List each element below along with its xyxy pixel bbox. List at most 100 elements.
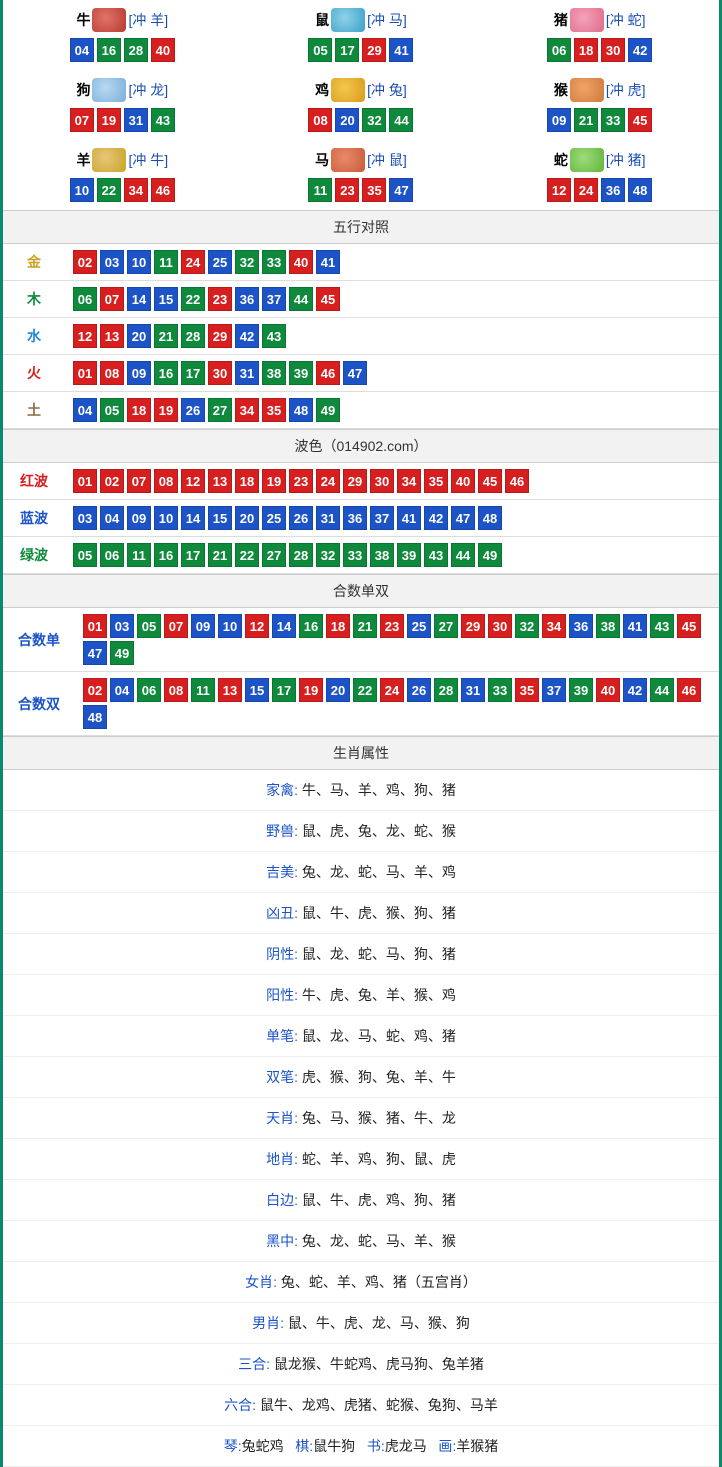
number-ball: 49: [478, 543, 502, 567]
zodiac-grid: 牛[冲 羊]04162840鼠[冲 马]05172941猪[冲 蛇]061830…: [3, 0, 719, 210]
bose-title: 波色（014902.com）: [3, 429, 719, 463]
number-ball: 14: [272, 614, 296, 638]
number-ball: 40: [451, 469, 475, 493]
number-ball: 44: [451, 543, 475, 567]
number-ball: 32: [235, 250, 259, 274]
number-ball: 30: [488, 614, 512, 638]
zodiac-char: 狗: [76, 80, 90, 100]
row-numbers: 0103050709101214161821232527293032343638…: [75, 608, 719, 672]
zodiac-icon: [570, 8, 604, 32]
table-row: 合数单0103050709101214161821232527293032343…: [3, 608, 719, 672]
number-ball: 45: [677, 614, 701, 638]
number-ball: 28: [124, 38, 148, 62]
attribute-label: 六合:: [224, 1397, 260, 1413]
number-ball: 33: [262, 250, 286, 274]
number-ball: 12: [73, 324, 97, 348]
number-ball: 29: [362, 38, 386, 62]
attribute-label: 三合:: [238, 1356, 274, 1372]
number-ball: 24: [316, 469, 340, 493]
number-ball: 25: [262, 506, 286, 530]
zodiac-cell: 羊[冲 牛]10223446: [3, 140, 242, 210]
number-ball: 24: [380, 678, 404, 702]
attribute-row: 黑中: 兔、龙、蛇、马、羊、猴: [3, 1221, 719, 1262]
attribute-label: 地肖:: [266, 1151, 302, 1167]
number-ball: 28: [181, 324, 205, 348]
attribute-label: 黑中:: [266, 1233, 302, 1249]
number-ball: 01: [83, 614, 107, 638]
attribute-value: 兔、马、猴、猪、牛、龙: [302, 1110, 456, 1126]
bottom-value: 虎龙马: [385, 1438, 427, 1454]
attribute-value: 兔、龙、蛇、马、羊、猴: [302, 1233, 456, 1249]
number-ball: 42: [623, 678, 647, 702]
row-numbers: 06071415222336374445: [65, 281, 719, 318]
zodiac-cell: 猴[冲 虎]09213345: [480, 70, 719, 140]
number-ball: 44: [650, 678, 674, 702]
zodiac-char: 马: [315, 150, 329, 170]
attribute-value: 鼠、龙、蛇、马、狗、猪: [302, 946, 456, 962]
zodiac-icon: [570, 78, 604, 102]
attribute-row: 单笔: 鼠、龙、马、蛇、鸡、猪: [3, 1016, 719, 1057]
zodiac-icon: [570, 148, 604, 172]
attribute-value: 鼠、牛、虎、猴、狗、猪: [302, 905, 456, 921]
attribute-row: 家禽: 牛、马、羊、鸡、狗、猪: [3, 770, 719, 811]
row-label: 火: [3, 355, 65, 392]
number-ball: 49: [316, 398, 340, 422]
zodiac-icon: [331, 148, 365, 172]
row-numbers: 05061116172122272832333839434449: [65, 537, 719, 574]
number-ball: 31: [124, 108, 148, 132]
bottom-value: 兔蛇鸡: [242, 1438, 284, 1454]
number-ball: 13: [218, 678, 242, 702]
number-ball: 32: [515, 614, 539, 638]
zodiac-numbers: 12243648: [480, 178, 719, 202]
row-numbers: 0204060811131517192022242628313335373940…: [75, 672, 719, 736]
number-ball: 08: [100, 361, 124, 385]
table-row: 金02031011242532334041: [3, 244, 719, 281]
number-ball: 34: [235, 398, 259, 422]
number-ball: 47: [343, 361, 367, 385]
number-ball: 02: [100, 469, 124, 493]
number-ball: 10: [70, 178, 94, 202]
row-label: 绿波: [3, 537, 65, 574]
number-ball: 05: [137, 614, 161, 638]
attribute-value: 蛇、羊、鸡、狗、鼠、虎: [302, 1151, 456, 1167]
attribute-row: 地肖: 蛇、羊、鸡、狗、鼠、虎: [3, 1139, 719, 1180]
number-ball: 16: [154, 543, 178, 567]
number-ball: 37: [370, 506, 394, 530]
number-ball: 20: [127, 324, 151, 348]
number-ball: 11: [191, 678, 215, 702]
attribute-value: 牛、马、羊、鸡、狗、猪: [302, 782, 456, 798]
number-ball: 19: [299, 678, 323, 702]
zodiac-icon: [331, 8, 365, 32]
row-numbers: 0108091617303138394647: [65, 355, 719, 392]
number-ball: 17: [335, 38, 359, 62]
number-ball: 42: [628, 38, 652, 62]
zodiac-numbers: 08203244: [242, 108, 481, 132]
number-ball: 20: [326, 678, 350, 702]
row-label: 红波: [3, 463, 65, 500]
bottom-label: 画:: [438, 1438, 456, 1454]
attribute-row: 天肖: 兔、马、猴、猪、牛、龙: [3, 1098, 719, 1139]
number-ball: 09: [127, 361, 151, 385]
number-ball: 43: [151, 108, 175, 132]
zodiac-chong: [冲 马]: [367, 10, 407, 30]
attribute-value: 鼠、龙、马、蛇、鸡、猪: [302, 1028, 456, 1044]
number-ball: 24: [574, 178, 598, 202]
zodiac-icon: [331, 78, 365, 102]
number-ball: 36: [343, 506, 367, 530]
number-ball: 32: [362, 108, 386, 132]
number-ball: 05: [308, 38, 332, 62]
number-ball: 44: [289, 287, 313, 311]
number-ball: 02: [73, 250, 97, 274]
number-ball: 17: [181, 361, 205, 385]
number-ball: 26: [181, 398, 205, 422]
number-ball: 07: [100, 287, 124, 311]
zodiac-char: 牛: [76, 10, 90, 30]
number-ball: 06: [73, 287, 97, 311]
attribute-value: 鼠龙猴、牛蛇鸡、虎马狗、兔羊猪: [274, 1356, 484, 1372]
zodiac-cell: 鸡[冲 兔]08203244: [242, 70, 481, 140]
number-ball: 01: [73, 469, 97, 493]
number-ball: 45: [316, 287, 340, 311]
number-ball: 42: [424, 506, 448, 530]
number-ball: 12: [245, 614, 269, 638]
zodiac-numbers: 07193143: [3, 108, 242, 132]
